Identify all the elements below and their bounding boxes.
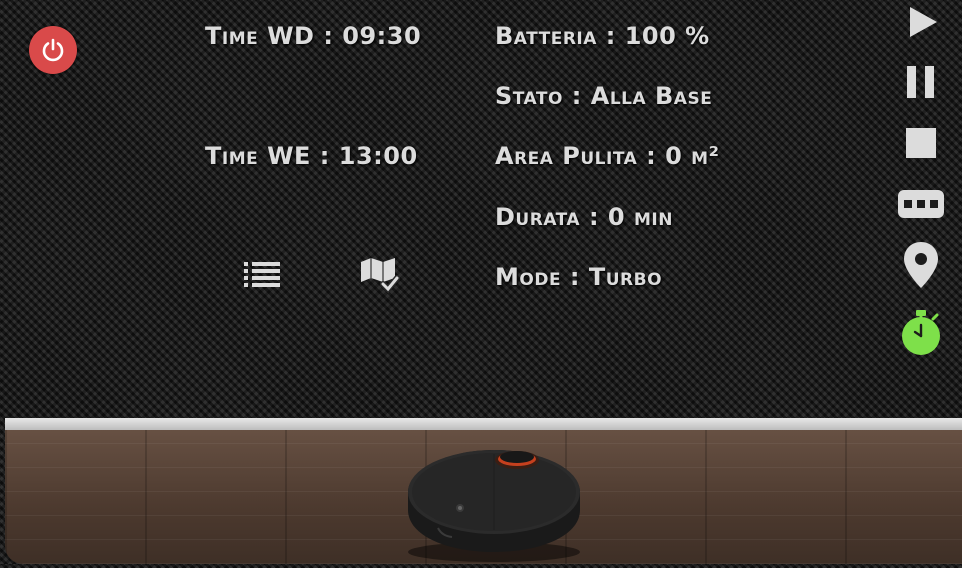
power-button[interactable] xyxy=(29,26,77,74)
battery-status: Batteria : 100 % xyxy=(495,22,710,50)
stop-icon xyxy=(906,128,936,158)
time-weekday: Time WD : 09:30 xyxy=(205,22,422,50)
list-icon xyxy=(244,262,280,287)
cleaning-duration: Durata : 0 min xyxy=(495,203,673,231)
fan-speed-button[interactable] xyxy=(897,186,945,226)
cleaning-mode: Mode : Turbo xyxy=(495,263,663,291)
power-icon xyxy=(42,38,64,62)
time-weekend: Time WE : 13:00 xyxy=(205,142,418,170)
play-icon xyxy=(910,7,937,37)
location-button[interactable] xyxy=(897,240,945,294)
map-check-icon xyxy=(361,258,400,294)
stop-button[interactable] xyxy=(897,126,945,164)
timer-button[interactable] xyxy=(897,308,945,362)
play-button[interactable] xyxy=(897,4,945,44)
robot-state: Stato : Alla Base xyxy=(495,82,713,110)
location-pin-icon xyxy=(904,242,938,288)
fan-speed-icon xyxy=(898,190,944,218)
robot-vacuum-image xyxy=(402,440,586,568)
map-button[interactable] xyxy=(359,256,401,298)
list-button[interactable] xyxy=(243,258,281,294)
cleaned-area: Area Pulita : 0 m² xyxy=(495,142,720,170)
timer-icon xyxy=(902,310,940,355)
pause-button[interactable] xyxy=(897,64,945,104)
pause-icon xyxy=(907,66,934,98)
baseboard xyxy=(5,418,962,430)
